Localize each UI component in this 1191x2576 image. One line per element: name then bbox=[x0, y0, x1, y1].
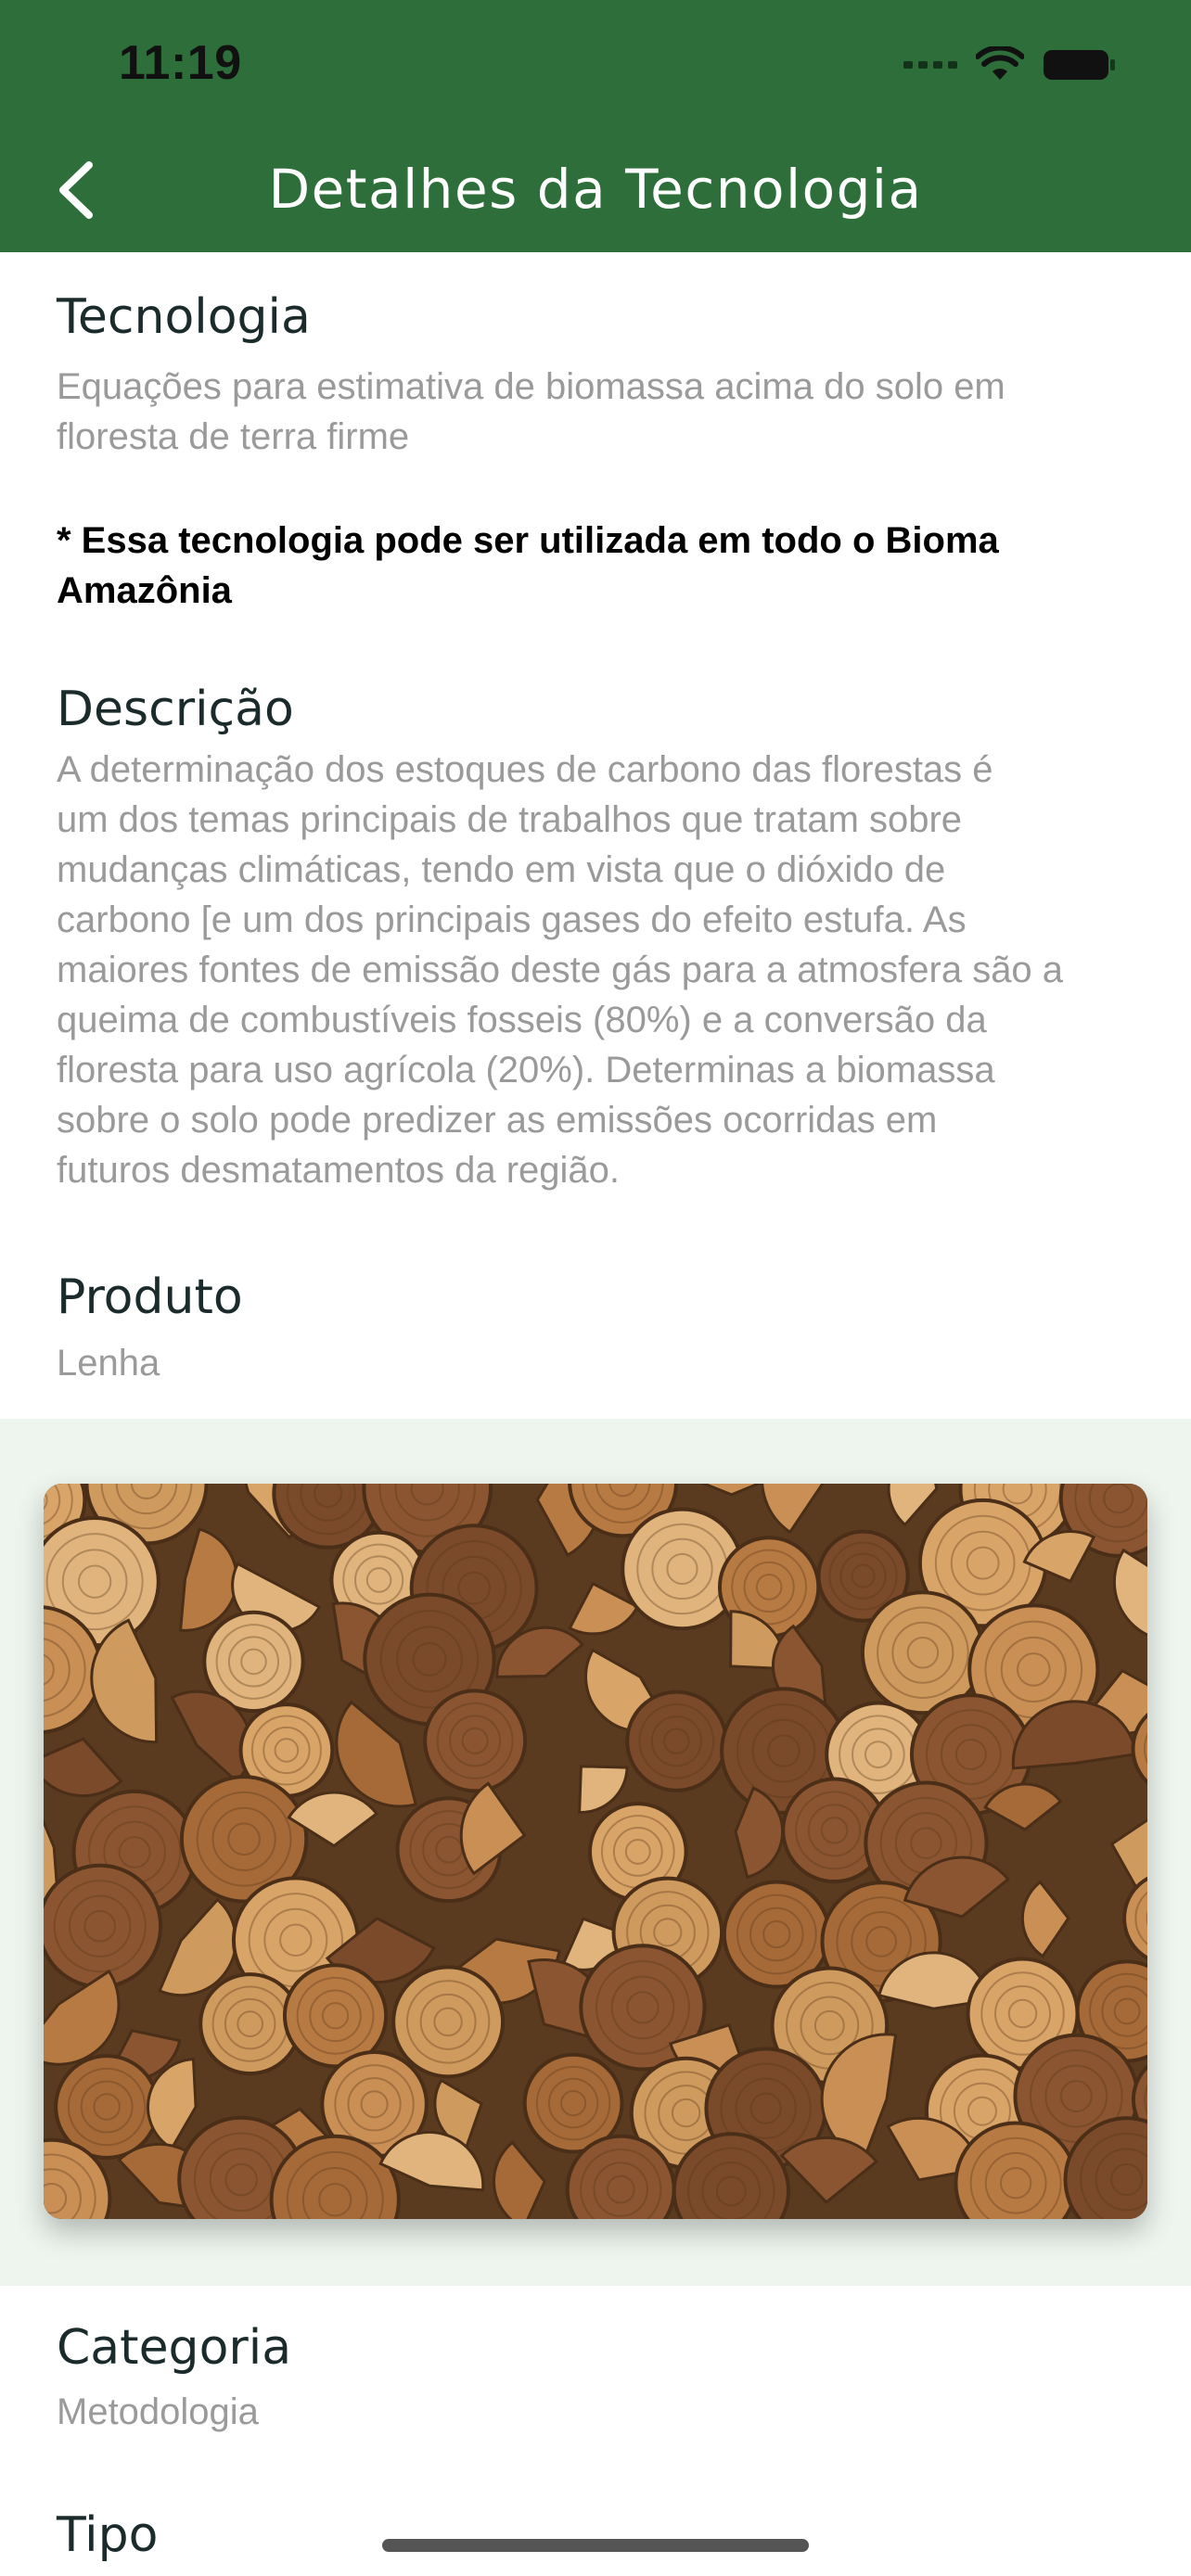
tecnologia-label: Tecnologia bbox=[57, 289, 311, 345]
descricao-value: A determinação dos estoques de carbono d… bbox=[57, 745, 1142, 1195]
produto-label: Produto bbox=[57, 1269, 243, 1325]
descricao-line: floresta para uso agrícola (20%). Determ… bbox=[57, 1050, 995, 1090]
produto-section: Produto Lenha bbox=[57, 1268, 1142, 1388]
bioma-note-line: Amazônia bbox=[57, 570, 232, 611]
firewood-image bbox=[44, 1484, 1147, 2219]
tecnologia-line: Equações para estimativa de biomassa aci… bbox=[57, 366, 1005, 407]
categoria-label: Categoria bbox=[57, 2320, 292, 2376]
bioma-note-line: * Essa tecnologia pode ser utilizada em … bbox=[57, 520, 999, 561]
descricao-line: A determinação dos estoques de carbono d… bbox=[57, 749, 993, 790]
tecnologia-section: Tecnologia Equações para estimativa de b… bbox=[57, 287, 1142, 462]
image-section bbox=[0, 1419, 1191, 2286]
tecnologia-line: floresta de terra firme bbox=[57, 416, 410, 457]
descricao-line: mudanças climáticas, tendo em vista que … bbox=[57, 849, 946, 890]
descricao-line: futuros desmatamentos da região. bbox=[57, 1150, 621, 1191]
wifi-icon bbox=[976, 46, 1024, 80]
categoria-section: Categoria Metodologia bbox=[57, 2318, 1142, 2437]
bioma-note: * Essa tecnologia pode ser utilizada em … bbox=[57, 516, 1142, 616]
cellular-signal-icon bbox=[903, 61, 957, 69]
page-title: Detalhes da Tecnologia bbox=[268, 158, 923, 221]
categoria-value: Metodologia bbox=[57, 2391, 259, 2432]
status-time: 11:19 bbox=[119, 36, 242, 90]
tipo-section: Tipo bbox=[57, 2506, 1142, 2565]
descricao-line: um dos temas principais de trabalhos que… bbox=[57, 799, 963, 840]
firewood-photo bbox=[44, 1484, 1147, 2219]
tipo-label: Tipo bbox=[57, 2507, 159, 2563]
navigation-header: 11:19 Detalhes da Tecnologia bbox=[0, 0, 1191, 252]
battery-icon bbox=[1044, 50, 1115, 80]
tecnologia-value: Equações para estimativa de biomassa aci… bbox=[57, 362, 1142, 462]
descricao-line: carbono [e um dos principais gases do ef… bbox=[57, 899, 967, 940]
descricao-section: Descrição A determinação dos estoques de… bbox=[57, 680, 1142, 1195]
descricao-line: queima de combustíveis fosseis (80%) e a… bbox=[57, 1000, 987, 1040]
produto-value: Lenha bbox=[57, 1343, 160, 1384]
home-indicator[interactable] bbox=[382, 2539, 809, 2552]
descricao-label: Descrição bbox=[57, 682, 294, 737]
status-icons bbox=[903, 45, 1117, 85]
descricao-line: maiores fontes de emissão deste gás para… bbox=[57, 950, 1064, 990]
descricao-line: sobre o solo pode predizer as emissões o… bbox=[57, 1100, 938, 1141]
